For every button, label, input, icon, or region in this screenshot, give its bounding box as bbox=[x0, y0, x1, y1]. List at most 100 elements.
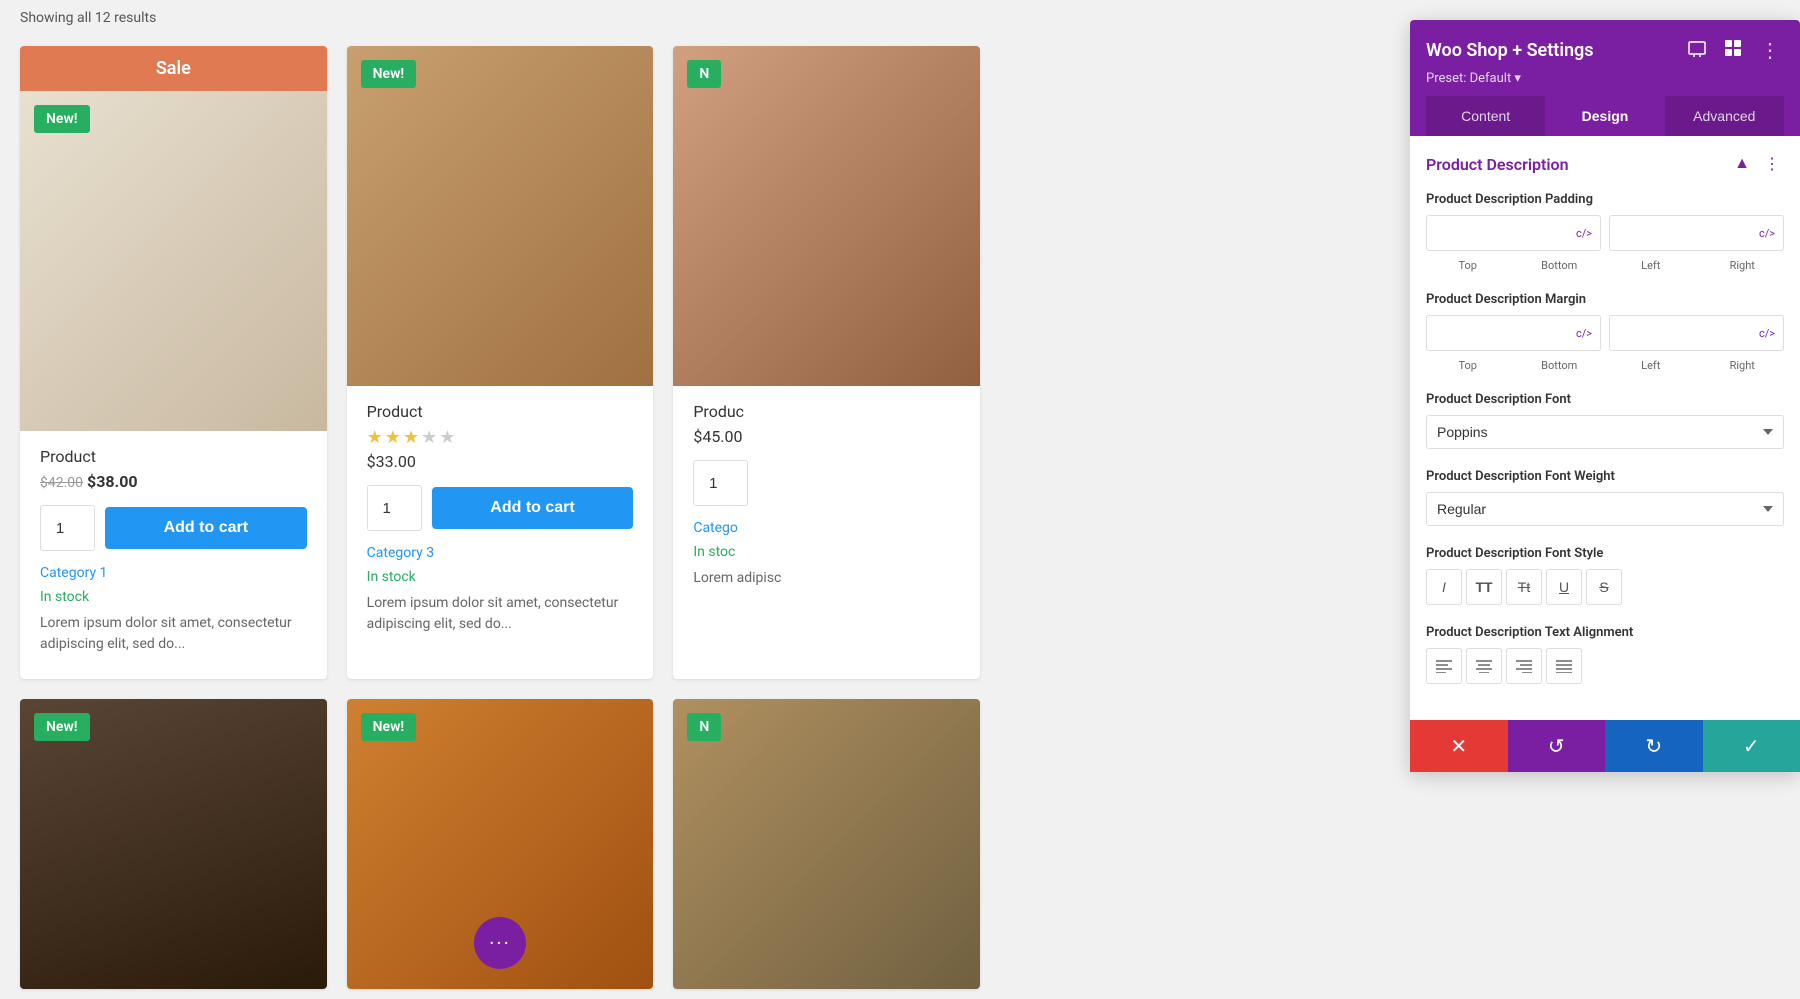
undo-button[interactable]: ↺ bbox=[1508, 720, 1606, 772]
product-card: New! bbox=[20, 699, 327, 989]
price-regular: $45.00 bbox=[693, 427, 960, 446]
top-label: Top bbox=[1426, 359, 1510, 372]
padding-right-box[interactable]: c/> bbox=[1609, 215, 1784, 251]
grid-icon-button[interactable] bbox=[1720, 35, 1746, 66]
align-justify-button[interactable] bbox=[1546, 648, 1582, 684]
quantity-input[interactable] bbox=[367, 485, 422, 531]
panel-preset[interactable]: Preset: Default ▾ bbox=[1426, 67, 1784, 96]
font-weight-section: Product Description Font Weight Regular bbox=[1426, 469, 1784, 526]
quantity-input[interactable] bbox=[693, 460, 748, 506]
underline-button[interactable]: U bbox=[1546, 569, 1582, 605]
left-label: Left bbox=[1609, 259, 1693, 272]
product-image bbox=[347, 46, 654, 386]
product-card: N bbox=[673, 699, 980, 989]
star-1: ★ bbox=[367, 427, 383, 448]
collapse-section-button[interactable]: ▲ bbox=[1730, 152, 1754, 176]
products-grid-row2: New! New! ··· N bbox=[20, 699, 980, 989]
align-right-button[interactable] bbox=[1506, 648, 1542, 684]
font-select[interactable]: Poppins bbox=[1426, 415, 1784, 449]
add-to-cart-row: Add to cart bbox=[20, 491, 327, 561]
product-name: Product bbox=[40, 447, 307, 466]
tab-advanced[interactable]: Advanced bbox=[1665, 96, 1784, 136]
more-options-button[interactable]: ⋮ bbox=[1756, 34, 1784, 67]
product-info: Product $42.00 $38.00 bbox=[20, 431, 327, 491]
tab-design[interactable]: Design bbox=[1545, 96, 1664, 136]
padding-top-box[interactable]: c/> bbox=[1426, 215, 1601, 251]
product-image bbox=[20, 699, 327, 989]
redo-button[interactable]: ↻ bbox=[1605, 720, 1703, 772]
panel-icons: ⋮ bbox=[1684, 34, 1784, 67]
margin-top-box[interactable]: c/> bbox=[1426, 315, 1601, 351]
text-align-section: Product Description Text Alignment bbox=[1426, 625, 1784, 684]
font-weight-select[interactable]: Regular bbox=[1426, 492, 1784, 526]
strikethrough-button[interactable]: Tt bbox=[1506, 569, 1542, 605]
product-card: New! Product ★ ★ ★ ★ ★ $33.00 Add to car… bbox=[347, 46, 654, 679]
product-price: $42.00 $38.00 bbox=[40, 472, 307, 491]
star-rating: ★ ★ ★ ★ ★ bbox=[367, 427, 634, 448]
font-label: Product Description Font bbox=[1426, 392, 1784, 407]
price-sale: $38.00 bbox=[87, 472, 138, 491]
product-image bbox=[673, 46, 980, 386]
link-icon: c/> bbox=[1759, 227, 1775, 240]
margin-section: Product Description Margin c/> c/> Top B… bbox=[1426, 292, 1784, 372]
product-image-wrapper: New! bbox=[20, 91, 327, 431]
section-more-button[interactable]: ⋮ bbox=[1760, 152, 1784, 176]
right-label: Right bbox=[1701, 359, 1785, 372]
link-icon: c/> bbox=[1576, 327, 1592, 340]
text-align-buttons bbox=[1426, 648, 1784, 684]
new-badge: N bbox=[687, 713, 721, 741]
category-link[interactable]: Catego bbox=[673, 516, 980, 540]
font-style-label: Product Description Font Style bbox=[1426, 546, 1784, 561]
in-stock-label: In stock bbox=[347, 565, 654, 589]
panel-title-row: Woo Shop + Settings bbox=[1426, 34, 1784, 67]
panel-body: Product Description ▲ ⋮ Product Descript… bbox=[1410, 136, 1800, 720]
in-stock-label: In stock bbox=[20, 585, 327, 609]
product-card: N Produc $45.00 Catego In stoc Lorem adi… bbox=[673, 46, 980, 679]
right-label: Right bbox=[1701, 259, 1785, 272]
cancel-button[interactable]: ✕ bbox=[1410, 720, 1508, 772]
product-card: New! ··· bbox=[347, 699, 654, 989]
in-stock-label: In stoc bbox=[673, 540, 980, 564]
italic-button[interactable]: I bbox=[1426, 569, 1462, 605]
bold-button[interactable]: TT bbox=[1466, 569, 1502, 605]
margin-right-box[interactable]: c/> bbox=[1609, 315, 1784, 351]
panel-header: Woo Shop + Settings bbox=[1410, 20, 1800, 136]
tab-content[interactable]: Content bbox=[1426, 96, 1545, 136]
price-original: $42.00 bbox=[40, 475, 83, 491]
align-center-button[interactable] bbox=[1466, 648, 1502, 684]
link-icon: c/> bbox=[1759, 327, 1775, 340]
product-image-wrapper: New! bbox=[20, 699, 327, 989]
add-to-cart-button[interactable]: Add to cart bbox=[432, 487, 634, 529]
category-link[interactable]: Category 1 bbox=[20, 561, 327, 585]
margin-inputs: c/> c/> bbox=[1426, 315, 1784, 351]
section-controls: ▲ ⋮ bbox=[1730, 152, 1784, 176]
category-link[interactable]: Category 3 bbox=[347, 541, 654, 565]
sale-banner: Sale bbox=[20, 46, 327, 91]
product-image-wrapper: New! bbox=[347, 46, 654, 386]
bottom-label: Bottom bbox=[1518, 359, 1602, 372]
new-badge: New! bbox=[361, 713, 417, 741]
redo-icon: ↻ bbox=[1645, 734, 1662, 759]
save-icon: ✓ bbox=[1743, 734, 1760, 759]
product-name: Product bbox=[367, 402, 634, 421]
align-left-button[interactable] bbox=[1426, 648, 1462, 684]
cancel-icon: ✕ bbox=[1450, 734, 1467, 759]
responsive-icon-button[interactable] bbox=[1684, 35, 1710, 66]
add-to-cart-button[interactable]: Add to cart bbox=[105, 507, 307, 549]
margin-label: Product Description Margin bbox=[1426, 292, 1784, 307]
new-badge: New! bbox=[361, 60, 417, 88]
padding-labels: Top Bottom Left Right bbox=[1426, 259, 1784, 272]
quantity-input[interactable] bbox=[40, 505, 95, 551]
text-align-label: Product Description Text Alignment bbox=[1426, 625, 1784, 640]
margin-labels: Top Bottom Left Right bbox=[1426, 359, 1784, 372]
top-label: Top bbox=[1426, 259, 1510, 272]
save-button[interactable]: ✓ bbox=[1703, 720, 1800, 772]
new-badge: N bbox=[687, 60, 721, 88]
strikethrough2-button[interactable]: S bbox=[1586, 569, 1622, 605]
star-5: ★ bbox=[439, 427, 455, 448]
padding-inputs: c/> c/> bbox=[1426, 215, 1784, 251]
new-badge: New! bbox=[34, 105, 90, 133]
bottom-label: Bottom bbox=[1518, 259, 1602, 272]
undo-icon: ↺ bbox=[1548, 734, 1565, 759]
dots-button[interactable]: ··· bbox=[474, 917, 526, 969]
